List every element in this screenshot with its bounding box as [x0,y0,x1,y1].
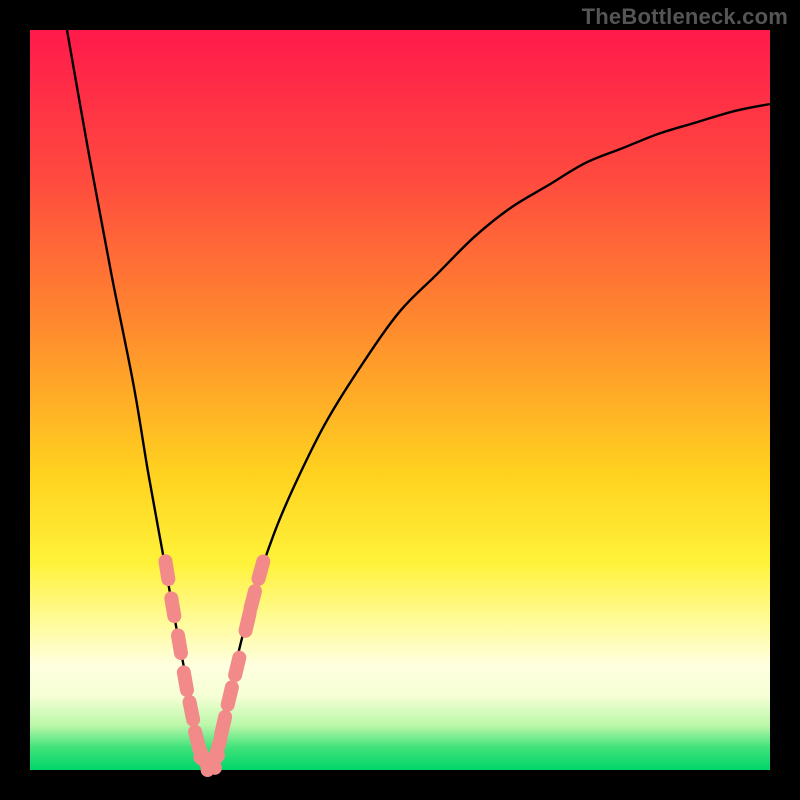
plot-area [30,30,770,770]
highlight-dot [246,613,250,631]
watermark-text: TheBottleneck.com [582,4,788,30]
highlight-dot [178,635,181,653]
highlight-dot [250,591,254,608]
highlight-dot [171,598,174,616]
highlight-dot [216,739,221,756]
bottleneck-curve [67,30,770,767]
highlight-dots [165,561,263,770]
highlight-dot [165,561,168,579]
chart-frame: TheBottleneck.com [0,0,800,800]
highlight-dot [221,717,225,735]
curve-layer [30,30,770,770]
highlight-dot [258,562,263,579]
highlight-dot [190,702,194,720]
highlight-dot [184,672,187,690]
highlight-dot [235,658,239,676]
highlight-dot [228,687,232,705]
